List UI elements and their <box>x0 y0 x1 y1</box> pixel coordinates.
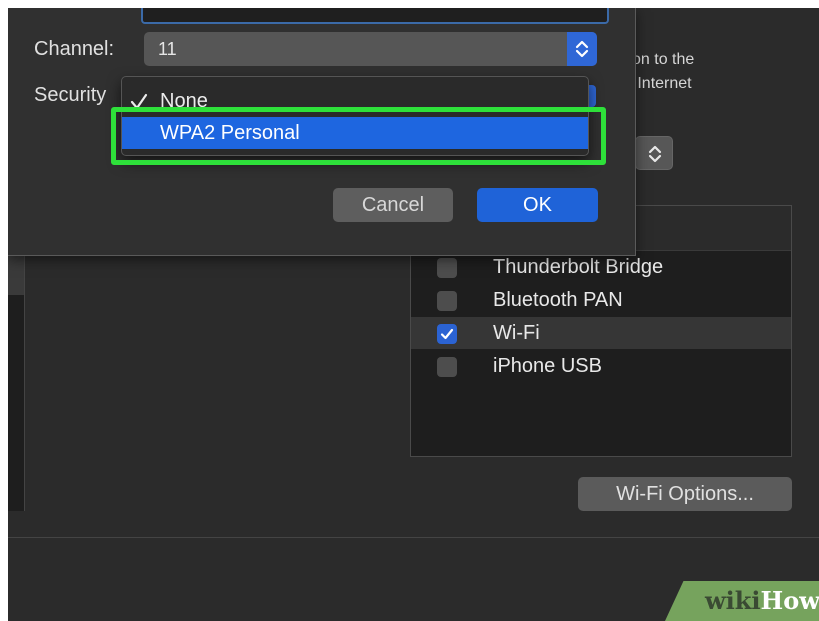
highlight-box <box>111 107 606 165</box>
up-down-chevron-icon <box>648 145 662 163</box>
security-label: Security <box>34 84 107 106</box>
port-checkbox[interactable] <box>437 291 457 311</box>
network-name-field[interactable] <box>141 8 609 24</box>
port-row-bluetooth-pan[interactable]: Bluetooth PAN <box>411 284 791 316</box>
port-checkbox-checked[interactable] <box>437 324 457 344</box>
channel-popup[interactable]: 11 <box>144 32 597 66</box>
share-from-popup[interactable] <box>635 136 673 170</box>
wifi-options-button[interactable]: Wi-Fi Options... <box>578 477 792 511</box>
watermark-text: wikiHow <box>705 586 819 616</box>
port-checkbox[interactable] <box>437 258 457 278</box>
port-label: Bluetooth PAN <box>493 289 623 311</box>
channel-popup-arrow[interactable] <box>567 32 597 66</box>
pane-divider <box>8 537 819 538</box>
port-label: Thunderbolt Bridge <box>493 256 664 278</box>
port-row-iphone-usb[interactable]: iPhone USB <box>411 350 791 382</box>
sharing-preferences-window: tion to the e Internet Thunderbolt Bridg… <box>8 8 819 621</box>
up-down-chevron-icon <box>575 40 589 58</box>
wifi-options-sheet: Channel: 11 Security Cancel OK None WPA2… <box>8 8 636 256</box>
channel-value: 11 <box>158 39 177 59</box>
port-label: iPhone USB <box>493 355 602 377</box>
cancel-button[interactable]: Cancel <box>333 188 453 222</box>
watermark-part-1: wiki <box>705 586 761 615</box>
service-list-header <box>8 253 24 295</box>
watermark-part-2: How <box>760 586 819 615</box>
channel-label: Channel: <box>34 38 115 60</box>
ok-button[interactable]: OK <box>477 188 598 222</box>
port-checkbox[interactable] <box>437 357 457 377</box>
port-row-wifi[interactable]: Wi-Fi <box>411 317 791 349</box>
port-label: Wi-Fi <box>493 322 540 344</box>
checkmark-icon <box>440 328 454 340</box>
